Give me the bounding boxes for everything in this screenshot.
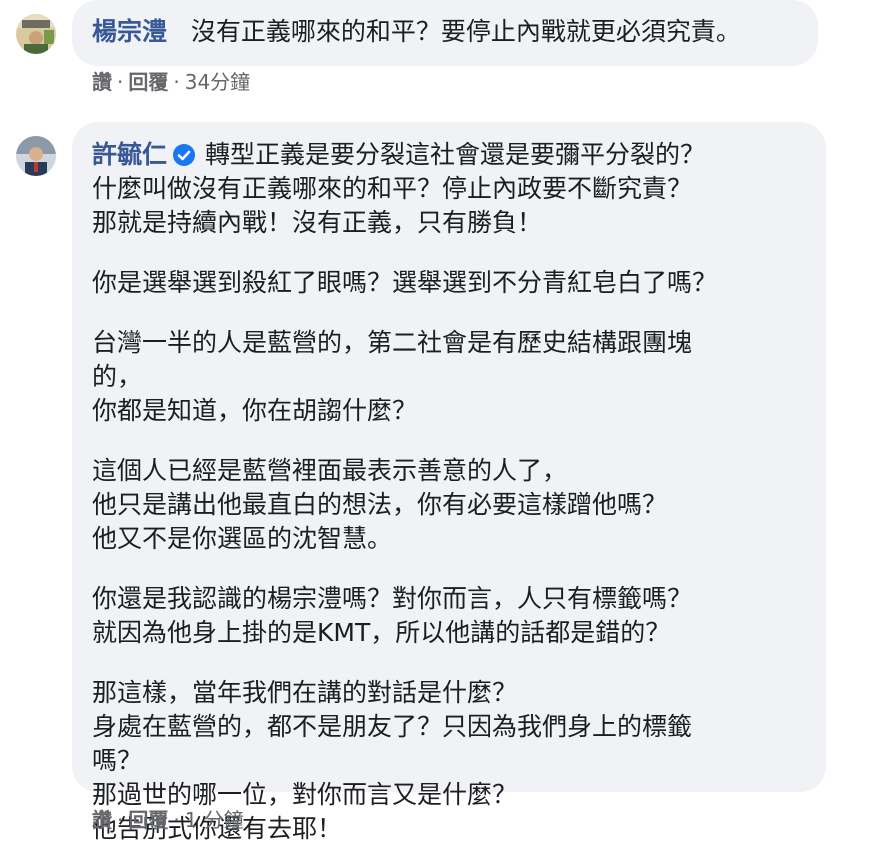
comment-text-line: 的， (92, 362, 143, 391)
comment-text-line: 他又不是你選區的沈智慧。 (92, 524, 393, 553)
comment-author-1[interactable]: 楊宗澧 (92, 17, 167, 46)
reply-button[interactable]: 回覆 (128, 70, 168, 94)
comment-text-line: 你是選舉選到殺紅了眼嗎？選舉選到不分青紅皂白了嗎？ (92, 268, 718, 297)
comment-text-line: 他只是講出他最直白的想法，你有必要這樣蹭他嗎？ (92, 490, 668, 519)
avatar-1-image (16, 14, 56, 54)
avatar-2-image (16, 136, 56, 176)
comment-author-2[interactable]: 許毓仁 (92, 140, 167, 169)
comment-text-line: 你都是知道，你在胡謅什麼？ (92, 396, 418, 425)
like-button[interactable]: 讚 (92, 70, 112, 94)
comment-bubble-2: 許毓仁 轉型正義是要分裂這社會還是要彌平分裂的？ 什麼叫做沒有正義哪來的和平？停止… (72, 122, 826, 843)
verified-check-icon (173, 144, 196, 166)
comment-timestamp[interactable]: 1 分鐘 (185, 808, 244, 832)
comment-text-line: 就因為他身上掛的是KMT，所以他講的話都是錯的？ (92, 618, 671, 647)
comment-actions-2: 讚 · 回覆 · 1 分鐘 (92, 804, 244, 833)
comment-text-line: 你還是我認識的楊宗澧嗎？對你而言，人只有標籤嗎？ (92, 584, 693, 613)
comment-text-1: 沒有正義哪來的和平？要停止內戰就更必須究責。 (190, 17, 741, 46)
avatar-1[interactable] (16, 14, 56, 54)
comment-text-line: 嗎？ (92, 746, 143, 775)
comment-timestamp[interactable]: 34分鐘 (185, 70, 250, 94)
separator-dot: · (173, 70, 180, 94)
comment-text-line: 身處在藍營的，都不是朋友了？只因為我們身上的標籤 (92, 712, 693, 741)
like-button[interactable]: 讚 (92, 808, 112, 832)
separator-dot: · (117, 808, 124, 832)
comment-text-line: 那這樣，當年我們在講的對話是什麼？ (92, 678, 518, 707)
comment-text-line: 這個人已經是藍營裡面最表示善意的人了， (92, 456, 568, 485)
separator-dot: · (117, 70, 124, 94)
comment-bubble-1: 楊宗澧 沒有正義哪來的和平？要停止內戰就更必須究責。 (72, 0, 818, 66)
separator-dot: · (173, 808, 180, 832)
avatar-2[interactable] (16, 136, 56, 176)
comment-text-line: 台灣一半的人是藍營的，第二社會是有歷史結構跟團塊 (92, 328, 693, 357)
comment-text-2-line-0: 轉型正義是要分裂這社會還是要彌平分裂的？ (205, 140, 706, 169)
comment-text-line: 什麼叫做沒有正義哪來的和平？停止內政要不斷究責？ (92, 174, 693, 203)
comment-text-line: 那就是持續內戰！沒有正義，只有勝負！ (92, 208, 543, 237)
reply-button[interactable]: 回覆 (128, 808, 168, 832)
comment-actions-1: 讚 · 回覆 · 34分鐘 (92, 66, 250, 95)
